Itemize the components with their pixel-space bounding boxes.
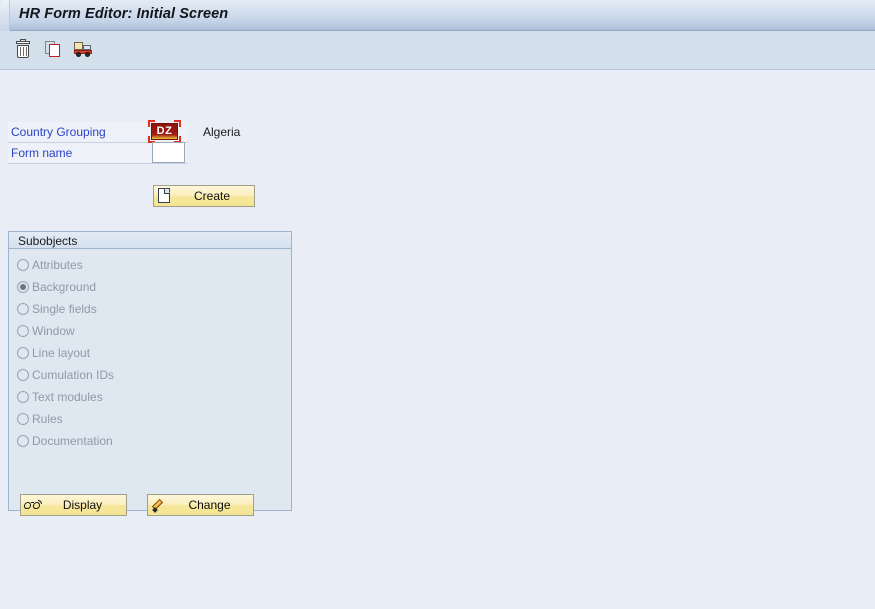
- radio-label: Background: [32, 280, 97, 294]
- radio-label: Text modules: [32, 390, 103, 404]
- change-button-label: Change: [188, 498, 231, 512]
- subobjects-body: Attributes Background Single fields Wind…: [9, 250, 291, 516]
- radio-label: Window: [32, 324, 75, 338]
- radio-label: Line layout: [32, 346, 91, 360]
- transport-icon: [74, 42, 93, 57]
- form-name-label: Form name: [11, 146, 73, 160]
- glasses-icon: [23, 497, 42, 513]
- radio-icon-selected: [17, 281, 29, 293]
- display-button[interactable]: Display: [20, 494, 127, 516]
- radio-label: Documentation: [32, 434, 113, 448]
- radio-label: Single fields: [32, 302, 97, 316]
- pencil-icon: [151, 497, 167, 513]
- create-button-label: Create: [193, 189, 231, 203]
- form-name-input-wrapper[interactable]: [152, 142, 185, 163]
- main-content: Country Grouping Form name DZ Algeria Cr…: [0, 70, 875, 609]
- subobjects-group: Subobjects Attributes Background Single …: [8, 231, 292, 516]
- radio-icon: [17, 413, 29, 425]
- copy-button[interactable]: [43, 39, 64, 60]
- subobjects-header: Subobjects: [9, 232, 291, 249]
- subobjects-title: Subobjects: [18, 234, 78, 248]
- transport-button[interactable]: [73, 39, 94, 60]
- country-grouping-input[interactable]: DZ: [151, 123, 178, 140]
- radio-icon: [17, 435, 29, 447]
- application-toolbar: © www.tutorialkart.com: [0, 31, 875, 95]
- radio-icon: [17, 259, 29, 271]
- radio-icon: [17, 325, 29, 337]
- country-grouping-label: Country Grouping: [11, 125, 106, 139]
- radio-label: Attributes: [32, 258, 83, 272]
- radio-icon: [17, 347, 29, 359]
- window-title-bar: HR Form Editor: Initial Screen: [0, 0, 875, 31]
- form-name-input[interactable]: [152, 142, 185, 163]
- radio-icon: [17, 303, 29, 315]
- radio-icon: [17, 391, 29, 403]
- radio-label: Cumulation IDs: [32, 368, 115, 382]
- copy-icon: [45, 41, 62, 58]
- toolbar-button-group: [13, 39, 94, 60]
- country-grouping-input-wrapper[interactable]: DZ: [148, 120, 181, 143]
- display-button-label: Display: [62, 498, 103, 512]
- radio-label: Rules: [32, 412, 63, 426]
- delete-button[interactable]: [13, 39, 34, 60]
- radio-icon: [17, 369, 29, 381]
- change-button[interactable]: Change: [147, 494, 254, 516]
- page-title: HR Form Editor: Initial Screen: [19, 6, 229, 22]
- create-button[interactable]: Create: [153, 185, 255, 207]
- delete-icon: [16, 39, 30, 58]
- country-grouping-description: Algeria: [203, 125, 241, 139]
